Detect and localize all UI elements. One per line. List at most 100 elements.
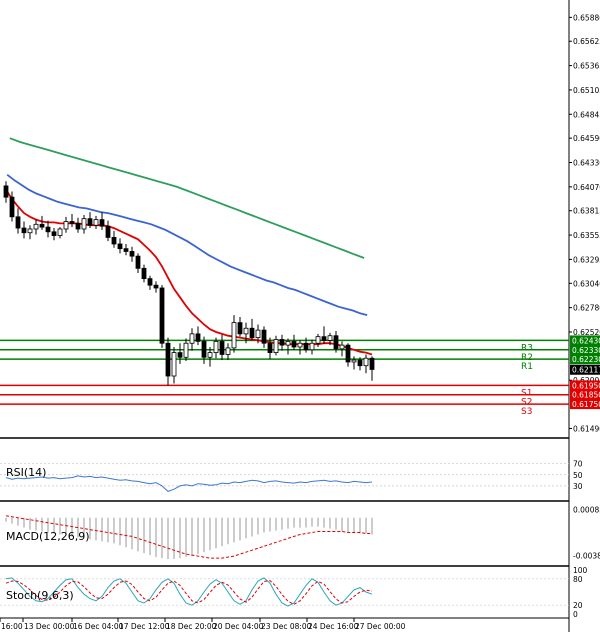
stoch-panel: 10080 200 [0,566,588,619]
macd-label: MACD(12,26,9) [6,530,90,543]
candle-body [129,251,135,257]
price-tick-label: 0.65105 [573,86,600,95]
candle-body [75,222,81,230]
candle-body [159,287,165,344]
level-value-label: 0.62230 [572,355,600,364]
stoch-tick-label: 100 [573,566,588,575]
candle-body [249,327,255,339]
moving-average-line [9,137,365,259]
level-value-label: 0.62430 [572,336,600,345]
candle-body [201,340,207,358]
candle-body [15,216,21,229]
candle-body [321,336,327,341]
candle-body [213,340,219,353]
level-name-s3: S3 [521,407,532,417]
moving-average-line [5,189,373,356]
moving-averages [5,137,373,356]
candle-body [267,342,273,353]
candle-body [339,344,345,350]
time-tick-label: 23 Dec 08:00 [261,622,312,631]
candle-body [177,352,183,358]
price-tick-label: 0.64845 [573,110,600,119]
level-value-label: 0.61750 [572,400,600,409]
last-price-label: 0.62117 [572,366,600,375]
candle-body [87,218,93,226]
level-name-r1: R1 [521,362,533,372]
candle-body [333,335,339,350]
candle-body [327,335,333,341]
time-tick-label: 18 Dec 20:00 [166,622,217,631]
candlesticks [3,181,375,386]
time-tick-label: 16:00 [1,622,23,631]
candle-body [243,327,249,335]
candle-body [117,243,123,250]
candle-body [141,267,147,280]
level-value-label: 0.61950 [572,381,600,390]
candle-body [363,357,369,367]
candle-body [303,342,309,351]
time-tick-label: 24 Dec 16:00 [308,622,359,631]
macd-tick-label: -0.003826 [573,551,600,560]
candle-body [357,359,363,367]
price-tick-label: 0.64330 [573,159,600,168]
level-value-label: 0.62330 [572,346,600,355]
candle-body [189,333,195,344]
macd-panel: 0.000831 -0.003826 [5,506,600,560]
price-tick-label: 0.63040 [573,279,600,288]
candle-body [351,359,357,363]
candle-body [255,329,261,339]
candle-body [81,218,87,230]
candle-body [21,227,27,234]
price-tick-label: 0.65880 [573,13,600,22]
candle-body [285,340,291,346]
price-tick-label: 0.62780 [573,304,600,313]
candle-body [165,342,171,377]
time-tick-label: 16 Dec 04:00 [73,622,124,631]
candle-body [273,339,279,353]
candle-body [135,255,141,269]
candle-body [9,196,15,218]
candle-body [261,329,267,344]
candle-body [153,284,159,289]
candle-body [69,221,75,224]
rsi-tick-label: 50 [573,471,583,480]
candle-body [51,231,57,236]
candle-body [111,237,117,245]
price-tick-label: 0.65625 [573,37,600,46]
candle-body [207,352,213,358]
candle-body [231,322,237,349]
rsi-tick-label: 30 [573,482,583,491]
rsi-line [5,475,373,492]
price-tick-label: 0.61490 [573,424,600,433]
candle-body [93,219,99,226]
last-price-marker: 0.62117 [570,364,600,375]
candle-body [39,223,45,228]
candle-body [123,248,129,252]
candle-body [297,342,303,348]
candle-body [3,185,9,198]
time-tick-label: 17 Dec 12:00 [119,622,170,631]
time-axis-ticks: 16:00 13 Dec 00:0016 Dec 04:0017 Dec 12:0… [0,618,406,631]
moving-average-line [6,173,368,316]
price-tick-label: 0.63815 [573,207,600,216]
candle-body [105,225,111,238]
candle-body [291,340,297,348]
candle-body [45,226,51,233]
price-tick-label: 0.63555 [573,231,600,240]
stoch-tick-label: 20 [573,601,583,610]
candle-body [345,344,351,363]
candle-body [27,228,33,234]
candle-body [183,342,189,358]
time-tick-label: 20 Dec 04:00 [213,622,264,631]
candle-body [369,357,375,370]
level-value-label: 0.61850 [572,391,600,400]
candle-body [309,342,315,351]
price-tick-label: 0.64070 [573,183,600,192]
candle-body [147,278,153,286]
candle-body [57,228,63,236]
price-tick-label: 0.63295 [573,255,600,264]
time-tick-label: 27 Dec 00:00 [355,622,406,631]
rsi-label: RSI(14) [6,466,46,479]
stoch-tick-label: 80 [573,575,583,584]
candle-body [279,339,285,346]
